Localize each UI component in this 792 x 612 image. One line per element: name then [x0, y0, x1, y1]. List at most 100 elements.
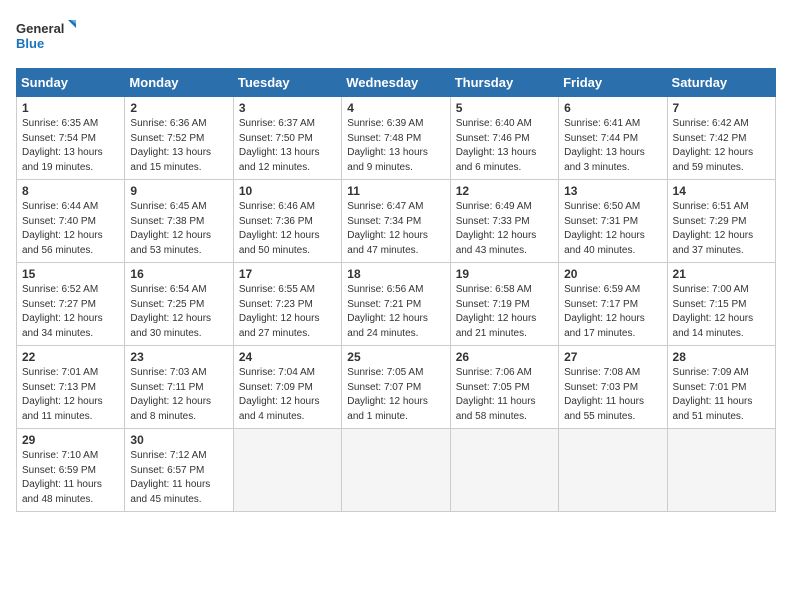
cell-info: Sunrise: 6:41 AMSunset: 7:44 PMDaylight:…: [564, 117, 661, 175]
calendar-cell: 30 Sunrise: 7:12 AMSunset: 6:57 PMDaylig…: [125, 429, 233, 512]
cell-info: Sunrise: 7:09 AMSunset: 7:01 PMDaylight:…: [673, 366, 770, 424]
calendar-cell: [667, 429, 775, 512]
cell-info: Sunrise: 6:52 AMSunset: 7:27 PMDaylight:…: [22, 283, 119, 341]
cell-info: Sunrise: 6:40 AMSunset: 7:46 PMDaylight:…: [456, 117, 553, 175]
cell-info: Sunrise: 7:01 AMSunset: 7:13 PMDaylight:…: [22, 366, 119, 424]
calendar-cell: 17 Sunrise: 6:55 AMSunset: 7:23 PMDaylig…: [233, 263, 341, 346]
day-number: 4: [347, 101, 444, 115]
calendar-cell: 12 Sunrise: 6:49 AMSunset: 7:33 PMDaylig…: [450, 180, 558, 263]
cell-info: Sunrise: 6:55 AMSunset: 7:23 PMDaylight:…: [239, 283, 336, 341]
day-number: 9: [130, 184, 227, 198]
calendar-cell: [450, 429, 558, 512]
calendar-cell: [342, 429, 450, 512]
cell-info: Sunrise: 7:04 AMSunset: 7:09 PMDaylight:…: [239, 366, 336, 424]
day-number: 11: [347, 184, 444, 198]
calendar-cell: 23 Sunrise: 7:03 AMSunset: 7:11 PMDaylig…: [125, 346, 233, 429]
day-number: 10: [239, 184, 336, 198]
calendar-cell: 4 Sunrise: 6:39 AMSunset: 7:48 PMDayligh…: [342, 97, 450, 180]
day-number: 30: [130, 433, 227, 447]
cell-info: Sunrise: 7:08 AMSunset: 7:03 PMDaylight:…: [564, 366, 661, 424]
calendar-cell: 8 Sunrise: 6:44 AMSunset: 7:40 PMDayligh…: [17, 180, 125, 263]
calendar-cell: 18 Sunrise: 6:56 AMSunset: 7:21 PMDaylig…: [342, 263, 450, 346]
calendar-cell: 27 Sunrise: 7:08 AMSunset: 7:03 PMDaylig…: [559, 346, 667, 429]
calendar-cell: 15 Sunrise: 6:52 AMSunset: 7:27 PMDaylig…: [17, 263, 125, 346]
svg-text:General: General: [16, 21, 64, 36]
logo-svg: General Blue: [16, 16, 76, 56]
day-number: 19: [456, 267, 553, 281]
day-number: 7: [673, 101, 770, 115]
cell-info: Sunrise: 6:35 AMSunset: 7:54 PMDaylight:…: [22, 117, 119, 175]
calendar-cell: 11 Sunrise: 6:47 AMSunset: 7:34 PMDaylig…: [342, 180, 450, 263]
calendar-cell: 13 Sunrise: 6:50 AMSunset: 7:31 PMDaylig…: [559, 180, 667, 263]
cell-info: Sunrise: 7:06 AMSunset: 7:05 PMDaylight:…: [456, 366, 553, 424]
calendar-cell: 6 Sunrise: 6:41 AMSunset: 7:44 PMDayligh…: [559, 97, 667, 180]
calendar-cell: 2 Sunrise: 6:36 AMSunset: 7:52 PMDayligh…: [125, 97, 233, 180]
cell-info: Sunrise: 6:37 AMSunset: 7:50 PMDaylight:…: [239, 117, 336, 175]
page-header: General Blue: [16, 16, 776, 56]
calendar-cell: 21 Sunrise: 7:00 AMSunset: 7:15 PMDaylig…: [667, 263, 775, 346]
calendar-cell: [559, 429, 667, 512]
day-number: 18: [347, 267, 444, 281]
calendar-cell: 26 Sunrise: 7:06 AMSunset: 7:05 PMDaylig…: [450, 346, 558, 429]
calendar-cell: 29 Sunrise: 7:10 AMSunset: 6:59 PMDaylig…: [17, 429, 125, 512]
calendar-cell: 16 Sunrise: 6:54 AMSunset: 7:25 PMDaylig…: [125, 263, 233, 346]
cell-info: Sunrise: 6:50 AMSunset: 7:31 PMDaylight:…: [564, 200, 661, 258]
weekday-header-wednesday: Wednesday: [342, 69, 450, 97]
calendar-cell: 1 Sunrise: 6:35 AMSunset: 7:54 PMDayligh…: [17, 97, 125, 180]
weekday-header-sunday: Sunday: [17, 69, 125, 97]
cell-info: Sunrise: 7:10 AMSunset: 6:59 PMDaylight:…: [22, 449, 119, 507]
day-number: 5: [456, 101, 553, 115]
cell-info: Sunrise: 6:58 AMSunset: 7:19 PMDaylight:…: [456, 283, 553, 341]
calendar-cell: [233, 429, 341, 512]
day-number: 22: [22, 350, 119, 364]
day-number: 26: [456, 350, 553, 364]
calendar-table: SundayMondayTuesdayWednesdayThursdayFrid…: [16, 68, 776, 512]
day-number: 16: [130, 267, 227, 281]
day-number: 12: [456, 184, 553, 198]
day-number: 3: [239, 101, 336, 115]
day-number: 2: [130, 101, 227, 115]
cell-info: Sunrise: 6:49 AMSunset: 7:33 PMDaylight:…: [456, 200, 553, 258]
calendar-cell: 19 Sunrise: 6:58 AMSunset: 7:19 PMDaylig…: [450, 263, 558, 346]
day-number: 27: [564, 350, 661, 364]
cell-info: Sunrise: 6:45 AMSunset: 7:38 PMDaylight:…: [130, 200, 227, 258]
cell-info: Sunrise: 6:39 AMSunset: 7:48 PMDaylight:…: [347, 117, 444, 175]
day-number: 24: [239, 350, 336, 364]
logo: General Blue: [16, 16, 76, 56]
day-number: 6: [564, 101, 661, 115]
day-number: 8: [22, 184, 119, 198]
cell-info: Sunrise: 6:51 AMSunset: 7:29 PMDaylight:…: [673, 200, 770, 258]
weekday-header-tuesday: Tuesday: [233, 69, 341, 97]
cell-info: Sunrise: 7:03 AMSunset: 7:11 PMDaylight:…: [130, 366, 227, 424]
calendar-cell: 25 Sunrise: 7:05 AMSunset: 7:07 PMDaylig…: [342, 346, 450, 429]
day-number: 21: [673, 267, 770, 281]
cell-info: Sunrise: 6:56 AMSunset: 7:21 PMDaylight:…: [347, 283, 444, 341]
day-number: 15: [22, 267, 119, 281]
day-number: 17: [239, 267, 336, 281]
svg-text:Blue: Blue: [16, 36, 44, 51]
calendar-cell: 24 Sunrise: 7:04 AMSunset: 7:09 PMDaylig…: [233, 346, 341, 429]
day-number: 25: [347, 350, 444, 364]
cell-info: Sunrise: 6:47 AMSunset: 7:34 PMDaylight:…: [347, 200, 444, 258]
calendar-cell: 28 Sunrise: 7:09 AMSunset: 7:01 PMDaylig…: [667, 346, 775, 429]
cell-info: Sunrise: 6:36 AMSunset: 7:52 PMDaylight:…: [130, 117, 227, 175]
cell-info: Sunrise: 7:12 AMSunset: 6:57 PMDaylight:…: [130, 449, 227, 507]
day-number: 13: [564, 184, 661, 198]
day-number: 29: [22, 433, 119, 447]
day-number: 1: [22, 101, 119, 115]
weekday-header-monday: Monday: [125, 69, 233, 97]
calendar-cell: 5 Sunrise: 6:40 AMSunset: 7:46 PMDayligh…: [450, 97, 558, 180]
calendar-cell: 14 Sunrise: 6:51 AMSunset: 7:29 PMDaylig…: [667, 180, 775, 263]
cell-info: Sunrise: 6:44 AMSunset: 7:40 PMDaylight:…: [22, 200, 119, 258]
day-number: 28: [673, 350, 770, 364]
calendar-cell: 20 Sunrise: 6:59 AMSunset: 7:17 PMDaylig…: [559, 263, 667, 346]
cell-info: Sunrise: 6:46 AMSunset: 7:36 PMDaylight:…: [239, 200, 336, 258]
calendar-cell: 22 Sunrise: 7:01 AMSunset: 7:13 PMDaylig…: [17, 346, 125, 429]
cell-info: Sunrise: 7:05 AMSunset: 7:07 PMDaylight:…: [347, 366, 444, 424]
weekday-header-saturday: Saturday: [667, 69, 775, 97]
day-number: 14: [673, 184, 770, 198]
calendar-cell: 9 Sunrise: 6:45 AMSunset: 7:38 PMDayligh…: [125, 180, 233, 263]
weekday-header-friday: Friday: [559, 69, 667, 97]
calendar-cell: 7 Sunrise: 6:42 AMSunset: 7:42 PMDayligh…: [667, 97, 775, 180]
cell-info: Sunrise: 6:59 AMSunset: 7:17 PMDaylight:…: [564, 283, 661, 341]
